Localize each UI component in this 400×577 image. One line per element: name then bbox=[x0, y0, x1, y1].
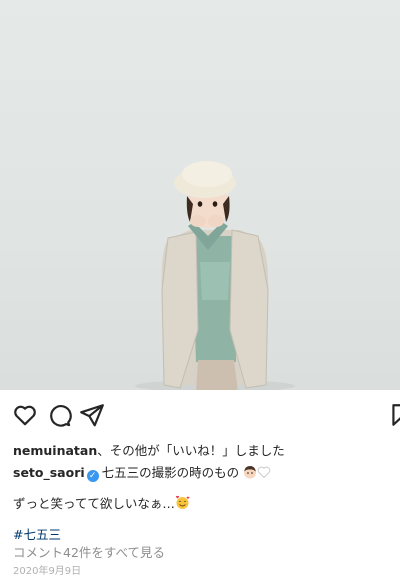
hashtag-link[interactable]: #七五三 bbox=[13, 524, 61, 543]
post-caption: seto_saori ✓ 七五三の撮影の時のもの bbox=[13, 462, 271, 482]
heart-icon[interactable] bbox=[12, 402, 38, 428]
author-username[interactable]: seto_saori bbox=[13, 465, 85, 480]
view-all-comments-link[interactable]: コメント42件をすべて見る bbox=[13, 542, 165, 561]
action-bar bbox=[0, 402, 400, 430]
boy-face-emoji bbox=[243, 465, 257, 482]
comment-icon[interactable] bbox=[46, 402, 72, 428]
caption-body: ずっと笑ってて欲しいなぁ… bbox=[13, 493, 190, 513]
post-date: 2020年9月9日 bbox=[13, 566, 82, 577]
send-icon[interactable] bbox=[79, 402, 105, 428]
liked-by-username[interactable]: nemuinatan bbox=[13, 443, 97, 458]
verified-badge-icon: ✓ bbox=[86, 470, 99, 482]
smiling-face-with-hearts-emoji bbox=[175, 495, 190, 513]
caption-text: 七五三の撮影の時のもの bbox=[101, 465, 240, 480]
likes-suffix: 、その他が「いいね！」しました bbox=[97, 443, 285, 458]
post-photo[interactable] bbox=[0, 0, 400, 390]
bookmark-icon[interactable] bbox=[388, 402, 400, 428]
child-portrait-illustration bbox=[135, 161, 295, 390]
likes-summary[interactable]: nemuinatan、その他が「いいね！」しました bbox=[13, 440, 285, 459]
white-heart-emoji bbox=[257, 465, 271, 482]
caption-body-text: ずっと笑ってて欲しいなぁ… bbox=[13, 496, 175, 511]
